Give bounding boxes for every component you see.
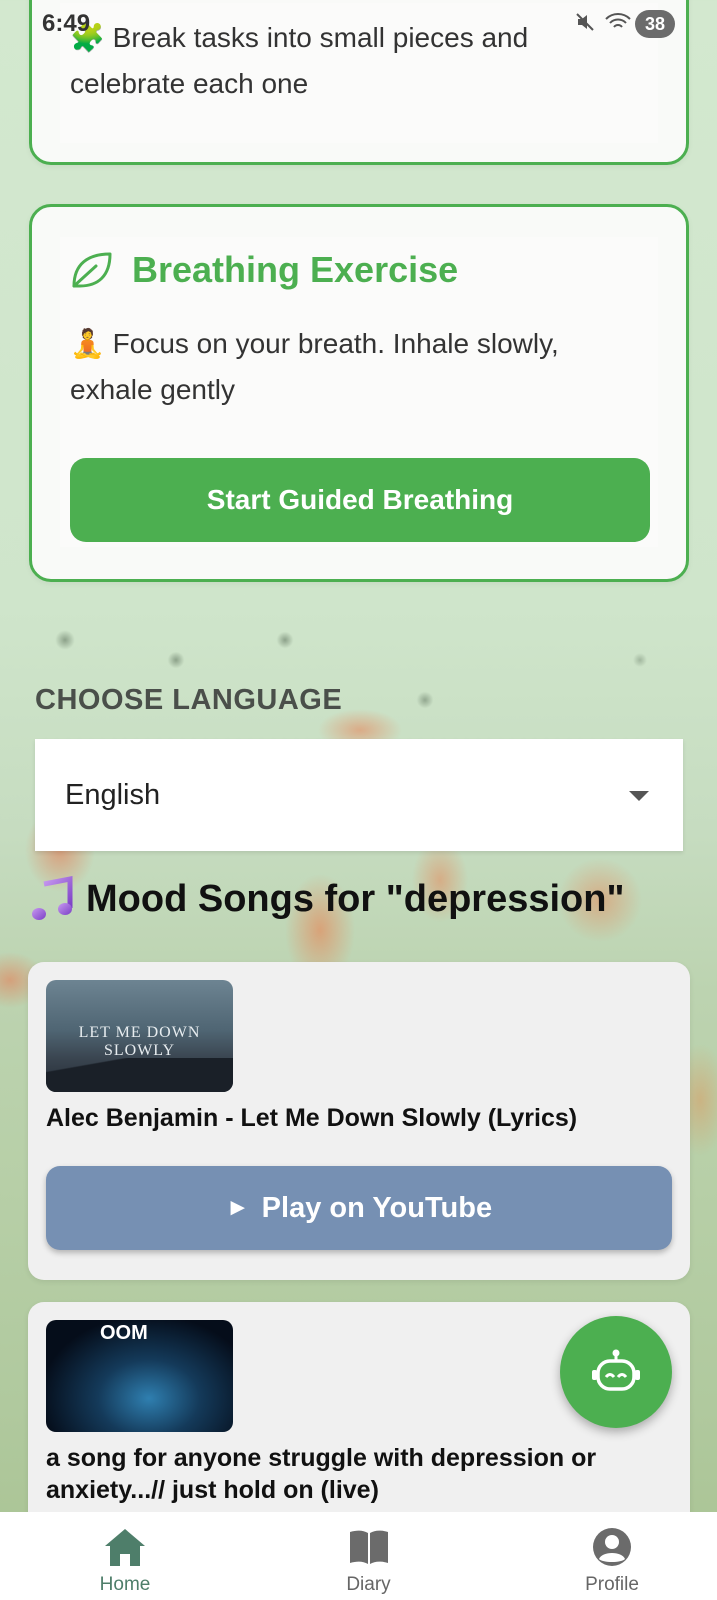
chatbot-button[interactable] (560, 1316, 672, 1428)
play-icon: ► (225, 1194, 250, 1221)
thumbnail-text: OOM (100, 1322, 148, 1344)
breathing-title: Breathing Exercise (132, 249, 459, 290)
song-card: LET ME DOWN SLOWLY Alec Benjamin - Let M… (28, 962, 690, 1280)
wifi-icon (605, 13, 631, 28)
nav-label-home: Home (99, 1574, 151, 1595)
leaf-icon (72, 252, 112, 288)
thumbnail-hill (46, 1058, 233, 1092)
song-title: a song for anyone struggle with depressi… (46, 1444, 597, 1504)
breathing-description-text: Focus on your breath. Inhale slowly, exh… (70, 328, 559, 405)
bottom-navigation: Home Diary Profile (0, 1512, 717, 1600)
home-icon (105, 1529, 145, 1566)
song-thumbnail[interactable]: OOM (46, 1320, 233, 1432)
play-on-youtube-button[interactable]: ► Play on YouTube (46, 1166, 672, 1250)
play-button-label: Play on YouTube (261, 1191, 493, 1224)
thumbnail-text: LET ME DOWN SLOWLY (78, 1024, 201, 1059)
mute-icon (576, 13, 594, 31)
nav-item-profile[interactable]: Profile (577, 1512, 647, 1600)
song-title: Alec Benjamin - Let Me Down Slowly (Lyri… (46, 1104, 578, 1132)
nav-item-home[interactable]: Home (90, 1512, 160, 1600)
robot-icon (592, 1349, 640, 1391)
language-selected-value: English (65, 779, 161, 811)
breathing-description: 🧘 Focus on your breath. Inhale slowly, e… (70, 321, 630, 413)
nav-label-profile: Profile (585, 1574, 639, 1595)
music-note-icon (32, 876, 73, 920)
chevron-down-icon (629, 791, 649, 801)
mood-songs-heading: Mood Songs for "depression" (30, 876, 625, 922)
breathing-exercise-card: Breathing Exercise 🧘 Focus on your breat… (29, 204, 689, 582)
status-time: 6:49 (42, 10, 91, 37)
nav-label-diary: Diary (346, 1574, 391, 1595)
song-thumbnail[interactable]: LET ME DOWN SLOWLY (46, 980, 233, 1092)
language-select[interactable]: English (35, 739, 683, 851)
choose-language-label: CHOOSE LANGUAGE (35, 684, 343, 716)
profile-icon (593, 1528, 631, 1566)
meditation-emoji: 🧘 (70, 328, 105, 359)
status-bar: 6:49 38 (0, 0, 717, 48)
nav-item-diary[interactable]: Diary (334, 1512, 404, 1600)
mood-songs-title: Mood Songs for "depression" (86, 877, 625, 920)
book-icon (349, 1530, 388, 1564)
battery-indicator: 38 (635, 10, 675, 38)
start-guided-breathing-button[interactable]: Start Guided Breathing (70, 458, 650, 542)
breathing-title-row: Breathing Exercise (70, 249, 458, 291)
